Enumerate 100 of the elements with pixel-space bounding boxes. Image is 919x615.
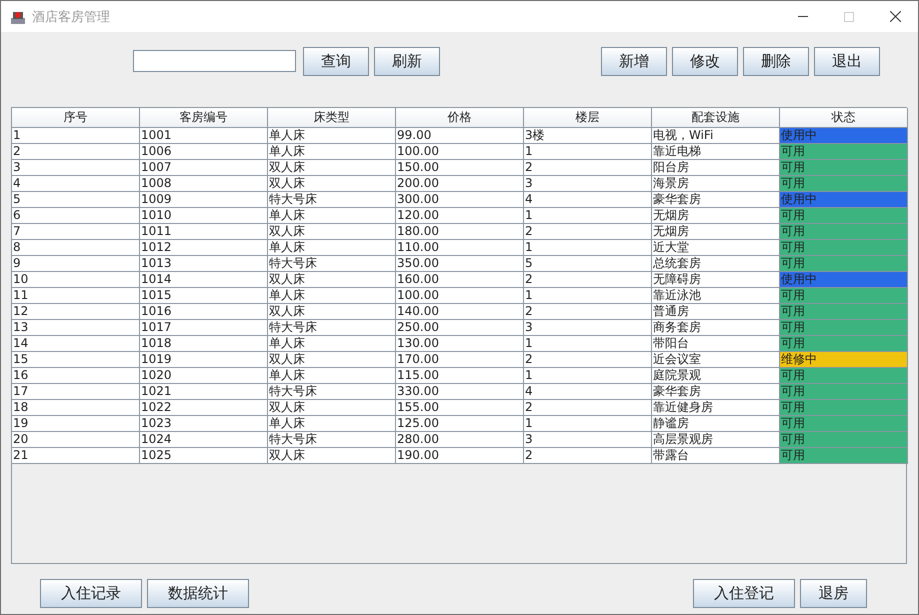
status-cell: 可用 bbox=[780, 400, 908, 416]
table-cell: 18 bbox=[12, 400, 140, 416]
table-cell: 特大号床 bbox=[268, 320, 396, 336]
table-cell: 2 bbox=[12, 144, 140, 160]
table-cell: 特大号床 bbox=[268, 192, 396, 208]
column-header[interactable]: 床类型 bbox=[268, 108, 396, 128]
toolbar-button[interactable]: 退出 bbox=[814, 46, 880, 76]
table-cell: 2 bbox=[524, 448, 652, 464]
status-cell: 使用中 bbox=[780, 128, 908, 144]
table-cell: 特大号床 bbox=[268, 384, 396, 400]
table-cell: 靠近电梯 bbox=[652, 144, 780, 160]
footer-button[interactable]: 数据统计 bbox=[147, 579, 249, 608]
table-cell: 豪华套房 bbox=[652, 384, 780, 400]
table-cell: 单人床 bbox=[268, 368, 396, 384]
status-cell: 可用 bbox=[780, 320, 908, 336]
table-cell: 180.00 bbox=[396, 224, 524, 240]
search-field[interactable] bbox=[133, 50, 296, 72]
table-cell: 5 bbox=[12, 192, 140, 208]
column-header[interactable]: 楼层 bbox=[524, 108, 652, 128]
table-cell: 1020 bbox=[140, 368, 268, 384]
table-cell: 1008 bbox=[140, 176, 268, 192]
table-cell: 双人床 bbox=[268, 400, 396, 416]
table-cell: 4 bbox=[524, 192, 652, 208]
table-cell: 双人床 bbox=[268, 304, 396, 320]
table-cell: 2 bbox=[524, 160, 652, 176]
table-cell: 1011 bbox=[140, 224, 268, 240]
table-cell: 2 bbox=[524, 304, 652, 320]
table-cell: 10 bbox=[12, 272, 140, 288]
table-cell: 190.00 bbox=[396, 448, 524, 464]
table-cell: 1016 bbox=[140, 304, 268, 320]
table-cell: 近大堂 bbox=[652, 240, 780, 256]
footer-button[interactable]: 入住记录 bbox=[40, 579, 142, 608]
table-cell: 庭院景观 bbox=[652, 368, 780, 384]
column-header[interactable]: 客房编号 bbox=[140, 108, 268, 128]
table-cell: 280.00 bbox=[396, 432, 524, 448]
table-cell: 1022 bbox=[140, 400, 268, 416]
table-cell: 8 bbox=[12, 240, 140, 256]
table-cell: 豪华套房 bbox=[652, 192, 780, 208]
table-cell: 3 bbox=[524, 432, 652, 448]
toolbar-button[interactable]: 查询 bbox=[303, 46, 369, 76]
table-cell: 3 bbox=[524, 176, 652, 192]
table-cell: 单人床 bbox=[268, 128, 396, 144]
table-cell: 130.00 bbox=[396, 336, 524, 352]
table-cell: 300.00 bbox=[396, 192, 524, 208]
status-cell: 可用 bbox=[780, 256, 908, 272]
status-cell: 维修中 bbox=[780, 352, 908, 368]
table-cell: 6 bbox=[12, 208, 140, 224]
table-cell: 静谧房 bbox=[652, 416, 780, 432]
table-cell: 3 bbox=[524, 320, 652, 336]
table-cell: 双人床 bbox=[268, 224, 396, 240]
table-cell: 1 bbox=[524, 368, 652, 384]
table-cell: 330.00 bbox=[396, 384, 524, 400]
column-header[interactable]: 状态 bbox=[780, 108, 908, 128]
table-cell: 商务套房 bbox=[652, 320, 780, 336]
table-cell: 15 bbox=[12, 352, 140, 368]
table-cell: 4 bbox=[524, 384, 652, 400]
table-cell: 350.00 bbox=[396, 256, 524, 272]
table-cell: 海景房 bbox=[652, 176, 780, 192]
table-cell: 1014 bbox=[140, 272, 268, 288]
status-cell: 使用中 bbox=[780, 272, 908, 288]
footer-button[interactable]: 入住登记 bbox=[693, 579, 795, 608]
table-cell: 无障碍房 bbox=[652, 272, 780, 288]
toolbar-button[interactable]: 新增 bbox=[601, 46, 667, 76]
table-cell: 1019 bbox=[140, 352, 268, 368]
table-cell: 双人床 bbox=[268, 160, 396, 176]
status-cell: 可用 bbox=[780, 224, 908, 240]
maximize-icon bbox=[844, 12, 854, 22]
table-cell: 1024 bbox=[140, 432, 268, 448]
toolbar-button[interactable]: 修改 bbox=[672, 46, 738, 76]
table-cell: 1012 bbox=[140, 240, 268, 256]
table-cell: 16 bbox=[12, 368, 140, 384]
table-cell: 99.00 bbox=[396, 128, 524, 144]
table-cell: 1 bbox=[524, 288, 652, 304]
footer-button[interactable]: 退房 bbox=[800, 579, 867, 608]
table-cell: 100.00 bbox=[396, 144, 524, 160]
column-header[interactable]: 价格 bbox=[396, 108, 524, 128]
table-cell: 1007 bbox=[140, 160, 268, 176]
status-cell: 可用 bbox=[780, 336, 908, 352]
table-cell: 250.00 bbox=[396, 320, 524, 336]
table-cell: 19 bbox=[12, 416, 140, 432]
table-cell: 170.00 bbox=[396, 352, 524, 368]
column-header[interactable]: 配套设施 bbox=[652, 108, 780, 128]
toolbar-button[interactable]: 删除 bbox=[743, 46, 809, 76]
table-cell: 电视，WiFi bbox=[652, 128, 780, 144]
status-cell: 可用 bbox=[780, 208, 908, 224]
table-cell: 单人床 bbox=[268, 144, 396, 160]
table-cell: 单人床 bbox=[268, 288, 396, 304]
table-cell: 高层景观房 bbox=[652, 432, 780, 448]
table-cell: 20 bbox=[12, 432, 140, 448]
table-cell: 双人床 bbox=[268, 176, 396, 192]
table-cell: 155.00 bbox=[396, 400, 524, 416]
table-cell: 11 bbox=[12, 288, 140, 304]
toolbar-button[interactable]: 刷新 bbox=[374, 46, 440, 76]
table-cell: 1 bbox=[524, 416, 652, 432]
table-cell: 1015 bbox=[140, 288, 268, 304]
table-cell: 13 bbox=[12, 320, 140, 336]
table-cell: 无烟房 bbox=[652, 224, 780, 240]
table-cell: 1001 bbox=[140, 128, 268, 144]
table-cell: 1 bbox=[524, 208, 652, 224]
column-header[interactable]: 序号 bbox=[12, 108, 140, 128]
